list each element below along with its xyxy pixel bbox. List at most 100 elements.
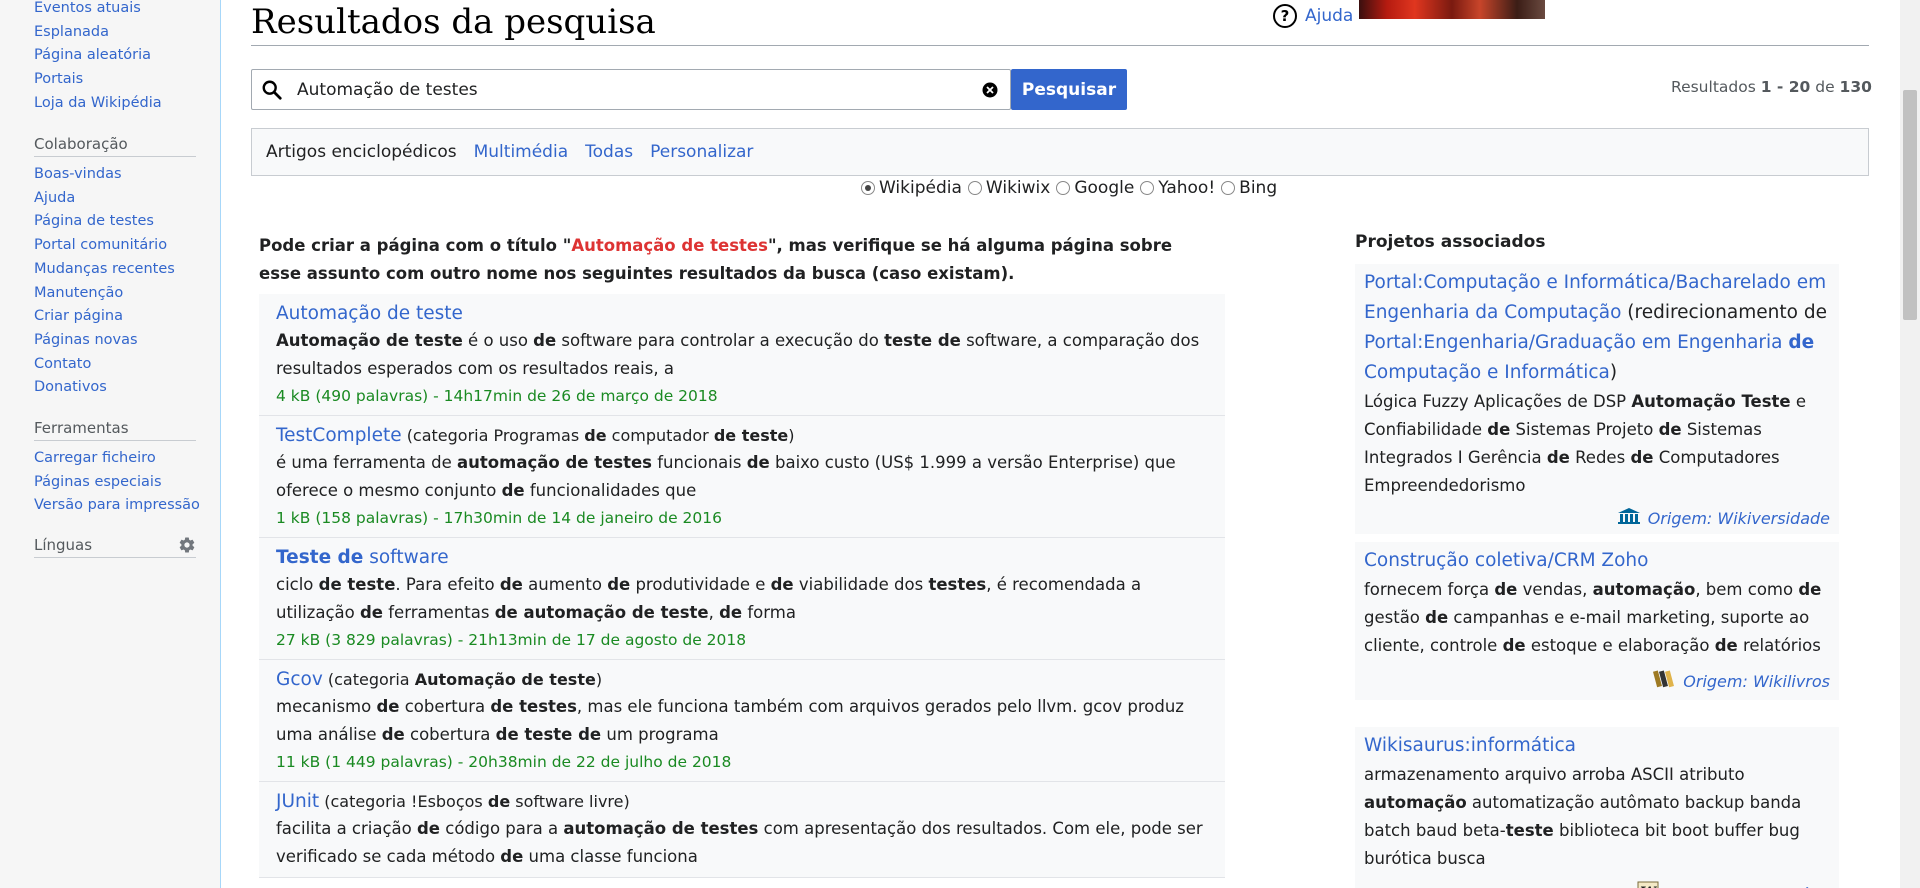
engine-label: Wikiwix xyxy=(985,178,1051,198)
side.boxes.0.snippet-part: de xyxy=(1546,448,1570,467)
results-total: 130 xyxy=(1839,78,1872,96)
sidebar-item-paginas-especiais[interactable]: Páginas especiais xyxy=(34,471,196,495)
origin-label[interactable]: Origem: Wikiversidade xyxy=(1648,509,1830,528)
sidebar-item-loja[interactable]: Loja da Wikipédia xyxy=(34,92,196,116)
sidebar-item-boas-vindas[interactable]: Boas-vindas xyxy=(34,163,196,187)
results.4.snippet-part: de xyxy=(500,847,524,866)
results.2.snippet-part: de xyxy=(359,603,383,622)
sidebar-item-donativos[interactable]: Donativos xyxy=(34,376,196,400)
sidebar-item-pagina-de-testes[interactable]: Página de testes xyxy=(34,210,196,234)
origin-link[interactable]: W Origem: Wikcionário xyxy=(1364,881,1830,888)
languages-heading: Línguas xyxy=(34,536,196,558)
clear-search-icon[interactable] xyxy=(970,82,1010,98)
sidebar-item-contato[interactable]: Contato xyxy=(34,353,196,377)
sidebar-item-pagina-aleatoria[interactable]: Página aleatória xyxy=(34,44,196,68)
engine-radio[interactable] xyxy=(1056,181,1071,195)
engine-radio[interactable] xyxy=(967,181,982,195)
gear-icon[interactable] xyxy=(178,536,196,554)
create-page-link[interactable]: Automação de testes xyxy=(571,236,768,255)
result-meta: 4 kB (490 palavras) - 14h17min de 26 de … xyxy=(276,387,718,405)
tools-heading: Ferramentas xyxy=(34,419,196,441)
help-link[interactable]: ? Ajuda xyxy=(1273,4,1353,28)
engine-option[interactable]: Google xyxy=(1056,178,1134,198)
results.3.snippet-part: de teste de xyxy=(495,725,602,744)
search-input[interactable] xyxy=(292,79,970,100)
results-of: de xyxy=(1810,78,1840,96)
engine-radio[interactable] xyxy=(1221,181,1236,195)
result-snippet: mecanismo de cobertura de testes, mas el… xyxy=(276,693,1208,749)
results.2.snippet-part: de automação de teste xyxy=(494,603,709,622)
tab-personalizar[interactable]: Personalizar xyxy=(650,142,753,162)
result-title-link[interactable]: Automação de teste xyxy=(276,303,463,324)
results.1.snippet-part: funcionalidades que xyxy=(524,481,697,500)
results-range: 1 - 20 xyxy=(1760,78,1811,96)
page-title: Resultados da pesquisa xyxy=(251,0,1869,46)
results.0.snippet-part: de xyxy=(533,331,557,350)
results.2.snippet-part: de xyxy=(719,603,743,622)
search-result: Gcov (categoria Automação de teste) mecan… xyxy=(259,660,1225,782)
results.2.snippet-part: de xyxy=(770,575,794,594)
languages-label: Línguas xyxy=(34,536,93,554)
nav-list: Eventos atuais Esplanada Página aleatóri… xyxy=(34,0,196,116)
sidebar-item-ajuda[interactable]: Ajuda xyxy=(34,187,196,211)
origin-label[interactable]: Origem: Wikcionário xyxy=(1667,885,1830,888)
result-title-part: JUnit xyxy=(276,791,320,812)
tab-artigos-enciclopedicos[interactable]: Artigos enciclopédicos xyxy=(266,142,457,162)
result-title: JUnit (categoria !Esboços de software li… xyxy=(276,788,1208,815)
engine-radio[interactable] xyxy=(861,181,875,195)
scrollbar-thumb[interactable] xyxy=(1903,90,1917,320)
sidebar-item-paginas-novas[interactable]: Páginas novas xyxy=(34,329,196,353)
results.2.snippet-part: ferramentas xyxy=(383,603,495,622)
engine-radio[interactable] xyxy=(1140,181,1155,195)
origin-label[interactable]: Origem: Wikilivros xyxy=(1683,672,1830,691)
search-icon xyxy=(252,79,292,101)
results.3.category-part: (categoria xyxy=(327,670,415,689)
result-title-link[interactable]: JUnit xyxy=(276,791,319,812)
side.boxes.1.snippet-part: gestão xyxy=(1364,608,1426,627)
sidebar-item-portal-comunitario[interactable]: Portal comunitário xyxy=(34,234,196,258)
title-link[interactable]: Portal:Engenharia/Graduação em Engenhari… xyxy=(1364,332,1788,353)
side.boxes.2.snippet-part: automação xyxy=(1364,793,1467,812)
engine-option[interactable]: Wikipédia xyxy=(861,178,962,198)
sidebar-item-portais[interactable]: Portais xyxy=(34,68,196,92)
sidebar-item-versao-impressao[interactable]: Versão para impressão xyxy=(34,494,200,518)
result-title-link[interactable]: Teste de software xyxy=(276,547,449,568)
side.boxes.0.snippet-part: de xyxy=(1487,420,1511,439)
help-label[interactable]: Ajuda xyxy=(1305,6,1353,26)
engine-option[interactable]: Wikiwix xyxy=(967,178,1051,198)
side.boxes.2.snippet-part: teste xyxy=(1505,821,1554,840)
origin-link[interactable]: Origem: Wikilivros xyxy=(1364,668,1830,694)
title-link[interactable]: Computação e Informática xyxy=(1364,362,1610,383)
engine-option[interactable]: Bing xyxy=(1221,178,1277,198)
results.1.category-part: de teste xyxy=(713,426,789,445)
sidebar-item-eventos-atuais[interactable]: Eventos atuais xyxy=(34,0,196,21)
title-link[interactable]: Wikisaurus:informática xyxy=(1364,735,1576,756)
results.3.snippet-part: de xyxy=(381,725,405,744)
search-button[interactable]: Pesquisar xyxy=(1011,69,1127,110)
results.4.snippet-part: de xyxy=(417,819,441,838)
results.1.snippet-part: de xyxy=(501,481,525,500)
title-link[interactable]: de xyxy=(1788,332,1814,353)
sidebar-item-esplanada[interactable]: Esplanada xyxy=(34,21,196,45)
scrollbar[interactable] xyxy=(1900,0,1920,888)
search-profiles: Artigos enciclopédicos Multimédia Todas … xyxy=(251,128,1869,176)
origin-link[interactable]: Origem: Wikiversidade xyxy=(1364,508,1830,528)
results.2.snippet-part: aumento xyxy=(522,575,608,594)
results.3.snippet-part: de testes xyxy=(490,697,577,716)
result-title-link[interactable]: Gcov xyxy=(276,669,323,690)
tab-todas[interactable]: Todas xyxy=(585,142,633,162)
side.boxes.2.snippet-part: armazenamento arquivo arroba ASCII atrib… xyxy=(1364,765,1745,784)
title-link[interactable]: Construção coletiva/CRM Zoho xyxy=(1364,550,1648,571)
engine-option[interactable]: Yahoo! xyxy=(1140,178,1215,198)
search-box xyxy=(251,69,1011,110)
sidebar-item-manutencao[interactable]: Manutenção xyxy=(34,282,196,306)
tab-multimedia[interactable]: Multimédia xyxy=(474,142,569,162)
sidebar-item-mudancas-recentes[interactable]: Mudanças recentes xyxy=(34,258,196,282)
sidebar-item-carregar-ficheiro[interactable]: Carregar ficheiro xyxy=(34,447,196,471)
sidebar-item-criar-pagina[interactable]: Criar página xyxy=(34,305,196,329)
results.2.snippet-part: de xyxy=(607,575,631,594)
result-title-link[interactable]: TestComplete xyxy=(276,425,402,446)
results-list: Automação de teste Automação de teste é o… xyxy=(259,294,1225,878)
side.boxes.0.snippet-part: Sistemas Projeto xyxy=(1510,420,1659,439)
banner-image xyxy=(1359,0,1545,19)
